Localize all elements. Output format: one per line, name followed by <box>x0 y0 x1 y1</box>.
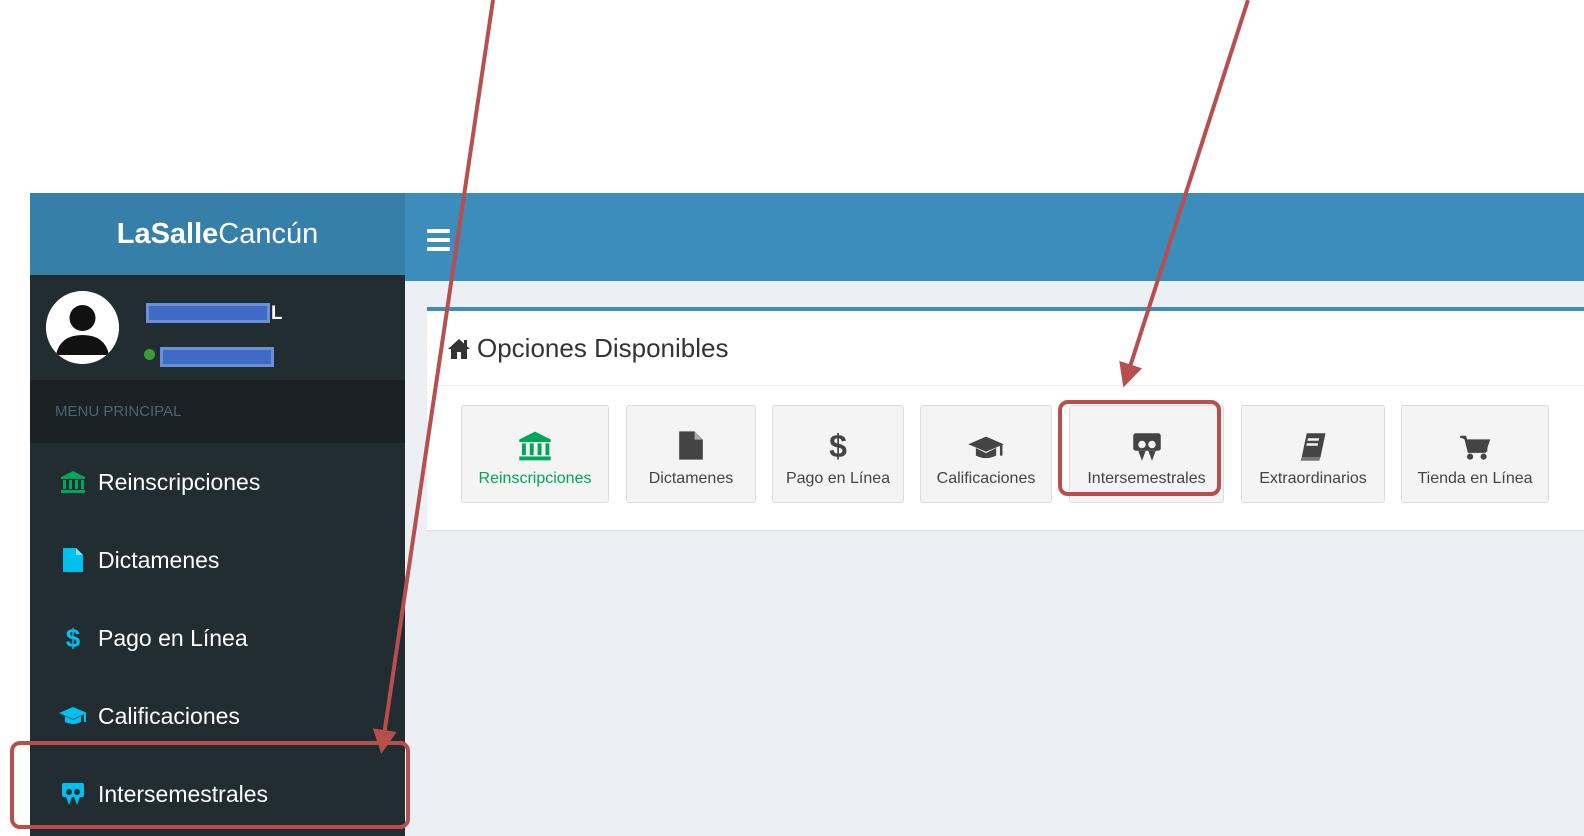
app-button-label: Pago en Línea <box>785 470 891 487</box>
book-icon <box>1299 428 1327 462</box>
sidebar-item-pago-en-linea[interactable]: $ Pago en Línea <box>30 599 405 677</box>
app-button-calificaciones[interactable]: Calificaciones <box>920 405 1052 503</box>
sidebar-item-dictamenes[interactable]: Dictamenes <box>30 521 405 599</box>
annotation-highlight-sidebar-item <box>10 741 410 829</box>
menu-toggle-icon[interactable] <box>427 229 450 251</box>
top-navbar <box>405 193 1584 281</box>
box-title-text: Opciones Disponibles <box>477 333 729 363</box>
graduation-cap-icon <box>58 703 88 729</box>
annotation-highlight-app-button <box>1058 400 1221 496</box>
cart-icon <box>1459 428 1491 462</box>
bank-icon <box>58 469 88 495</box>
file-icon <box>678 428 704 462</box>
username-suffix: L <box>271 303 283 324</box>
sidebar: LaSalleCancún L MENU PRINCIPAL Reinscrip… <box>30 193 405 836</box>
content-area: Opciones Disponibles Reinscripciones Dic… <box>405 281 1584 836</box>
app-button-dictamenes[interactable]: Dictamenes <box>626 405 756 503</box>
graduation-cap-icon <box>967 428 1005 462</box>
sidebar-item-label: Pago en Línea <box>98 624 248 651</box>
box-title: Opciones Disponibles <box>447 333 728 364</box>
box-header: Opciones Disponibles <box>427 311 1584 386</box>
app-button-pago-en-linea[interactable]: $ Pago en Línea <box>772 405 904 503</box>
home-icon <box>448 338 470 359</box>
app-button-reinscripciones[interactable]: Reinscripciones <box>461 405 609 503</box>
dollar-icon: $ <box>829 428 847 464</box>
bank-icon <box>518 428 552 462</box>
options-box: Opciones Disponibles Reinscripciones Dic… <box>427 307 1584 530</box>
app-button-label: Extraordinarios <box>1259 470 1367 487</box>
file-icon <box>58 547 88 573</box>
brand-logo-regular: Cancún <box>218 218 319 250</box>
user-panel: L <box>30 275 405 380</box>
app-button-label: Dictamenes <box>648 470 734 487</box>
app-button-extraordinarios[interactable]: Extraordinarios <box>1241 405 1385 503</box>
dollar-icon: $ <box>65 622 81 653</box>
sidebar-item-reinscripciones[interactable]: Reinscripciones <box>30 443 405 521</box>
sidebar-item-label: Calificaciones <box>98 702 240 729</box>
app-button-label: Tienda en Línea <box>1417 470 1533 487</box>
sidebar-item-label: Reinscripciones <box>98 468 261 495</box>
app-button-tienda-en-linea[interactable]: Tienda en Línea <box>1401 405 1549 503</box>
redacted-username <box>146 303 270 323</box>
app-button-label: Reinscripciones <box>478 470 592 487</box>
menu-header: MENU PRINCIPAL <box>30 380 405 443</box>
sidebar-item-label: Dictamenes <box>98 546 220 573</box>
online-status-dot <box>144 349 155 360</box>
user-avatar-icon <box>46 291 119 364</box>
brand-logo-bold: LaSalle <box>116 218 219 250</box>
app-button-label: Calificaciones <box>936 470 1036 487</box>
redacted-status <box>160 347 274 367</box>
brand-logo[interactable]: LaSalleCancún <box>30 193 405 275</box>
